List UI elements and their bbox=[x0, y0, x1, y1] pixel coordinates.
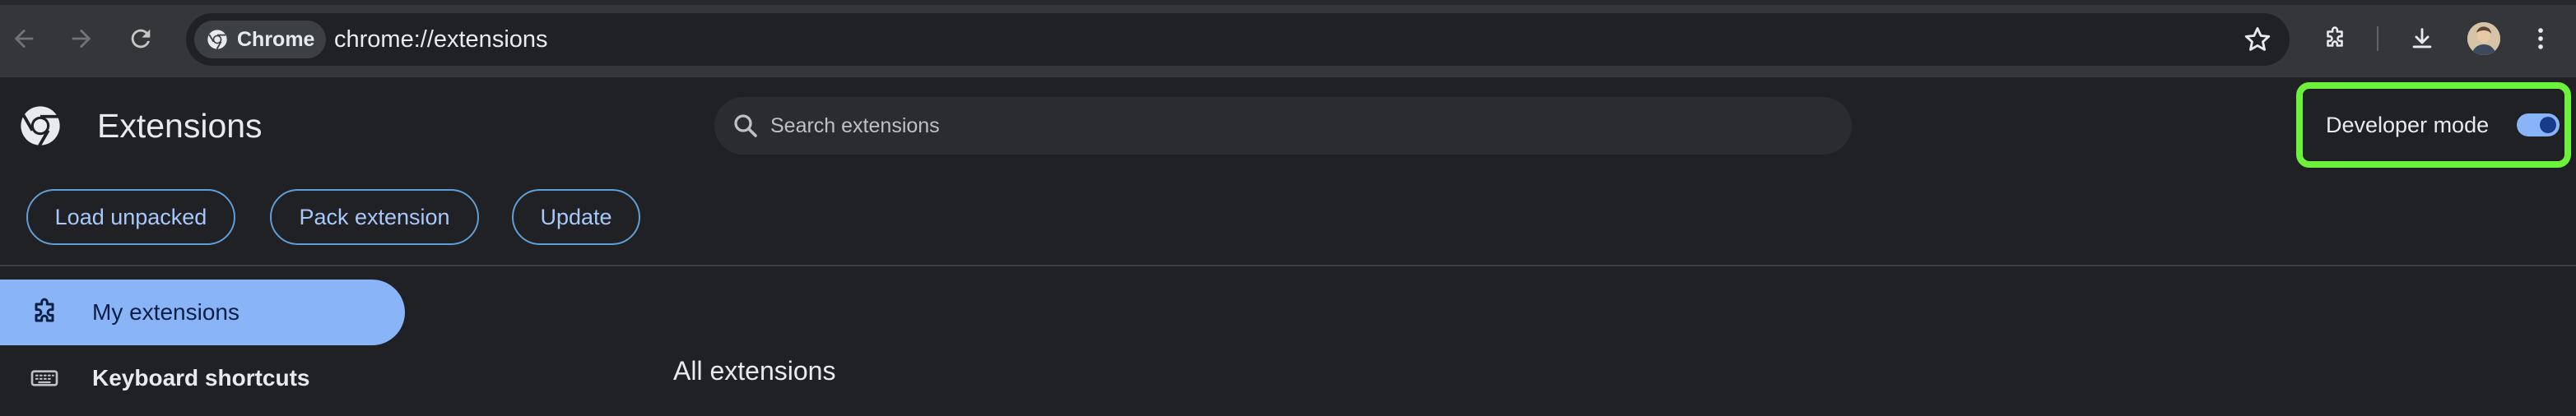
url-text[interactable]: chrome://extensions bbox=[334, 25, 548, 54]
avatar[interactable] bbox=[2467, 22, 2500, 55]
star-icon[interactable] bbox=[2242, 24, 2273, 55]
chrome-logo-icon bbox=[21, 106, 60, 147]
download-icon bbox=[2412, 28, 2432, 49]
page-title: Extensions bbox=[97, 107, 263, 145]
puzzle-icon bbox=[35, 298, 54, 322]
menu-button[interactable] bbox=[2522, 20, 2560, 58]
back-button[interactable] bbox=[5, 20, 43, 58]
extensions-puzzle-icon bbox=[2327, 26, 2343, 47]
developer-mode-toggle[interactable] bbox=[2517, 113, 2560, 136]
search-icon bbox=[734, 114, 757, 137]
toolbar-separator bbox=[2377, 26, 2378, 51]
site-chip-label: Chrome bbox=[237, 27, 315, 51]
pack-extension-button[interactable]: Pack extension bbox=[270, 189, 479, 245]
reload-button[interactable] bbox=[122, 20, 160, 58]
load-unpacked-button[interactable]: Load unpacked bbox=[26, 189, 235, 245]
sidebar-item-keyboard-shortcuts[interactable]: Keyboard shortcuts bbox=[0, 345, 405, 411]
toggle-knob bbox=[2540, 117, 2556, 133]
back-icon bbox=[14, 29, 34, 49]
downloads-button[interactable] bbox=[2403, 20, 2441, 58]
search-input[interactable] bbox=[769, 97, 1830, 155]
sidebar-item-label: Keyboard shortcuts bbox=[92, 365, 310, 391]
sidebar-item-label: My extensions bbox=[92, 299, 239, 325]
more-vert-icon bbox=[2538, 28, 2543, 49]
forward-icon bbox=[72, 29, 91, 49]
chrome-icon bbox=[207, 30, 227, 49]
site-chip[interactable]: Chrome bbox=[194, 21, 326, 58]
search-box[interactable] bbox=[714, 97, 1852, 155]
sidebar-item-my-extensions[interactable]: My extensions bbox=[0, 280, 405, 345]
update-button[interactable]: Update bbox=[512, 189, 640, 245]
reload-icon bbox=[131, 29, 151, 49]
browser-toolbar: Chrome chrome://extensions bbox=[0, 0, 2576, 77]
developer-mode-label: Developer mode bbox=[2326, 113, 2490, 137]
section-title: All extensions bbox=[673, 356, 836, 386]
forward-button[interactable] bbox=[63, 20, 100, 58]
header-divider bbox=[0, 265, 2576, 266]
keyboard-icon bbox=[30, 370, 58, 386]
extensions-button[interactable] bbox=[2316, 20, 2354, 58]
address-bar[interactable]: Chrome chrome://extensions bbox=[186, 13, 2290, 66]
profile-avatar-image bbox=[2467, 22, 2500, 55]
